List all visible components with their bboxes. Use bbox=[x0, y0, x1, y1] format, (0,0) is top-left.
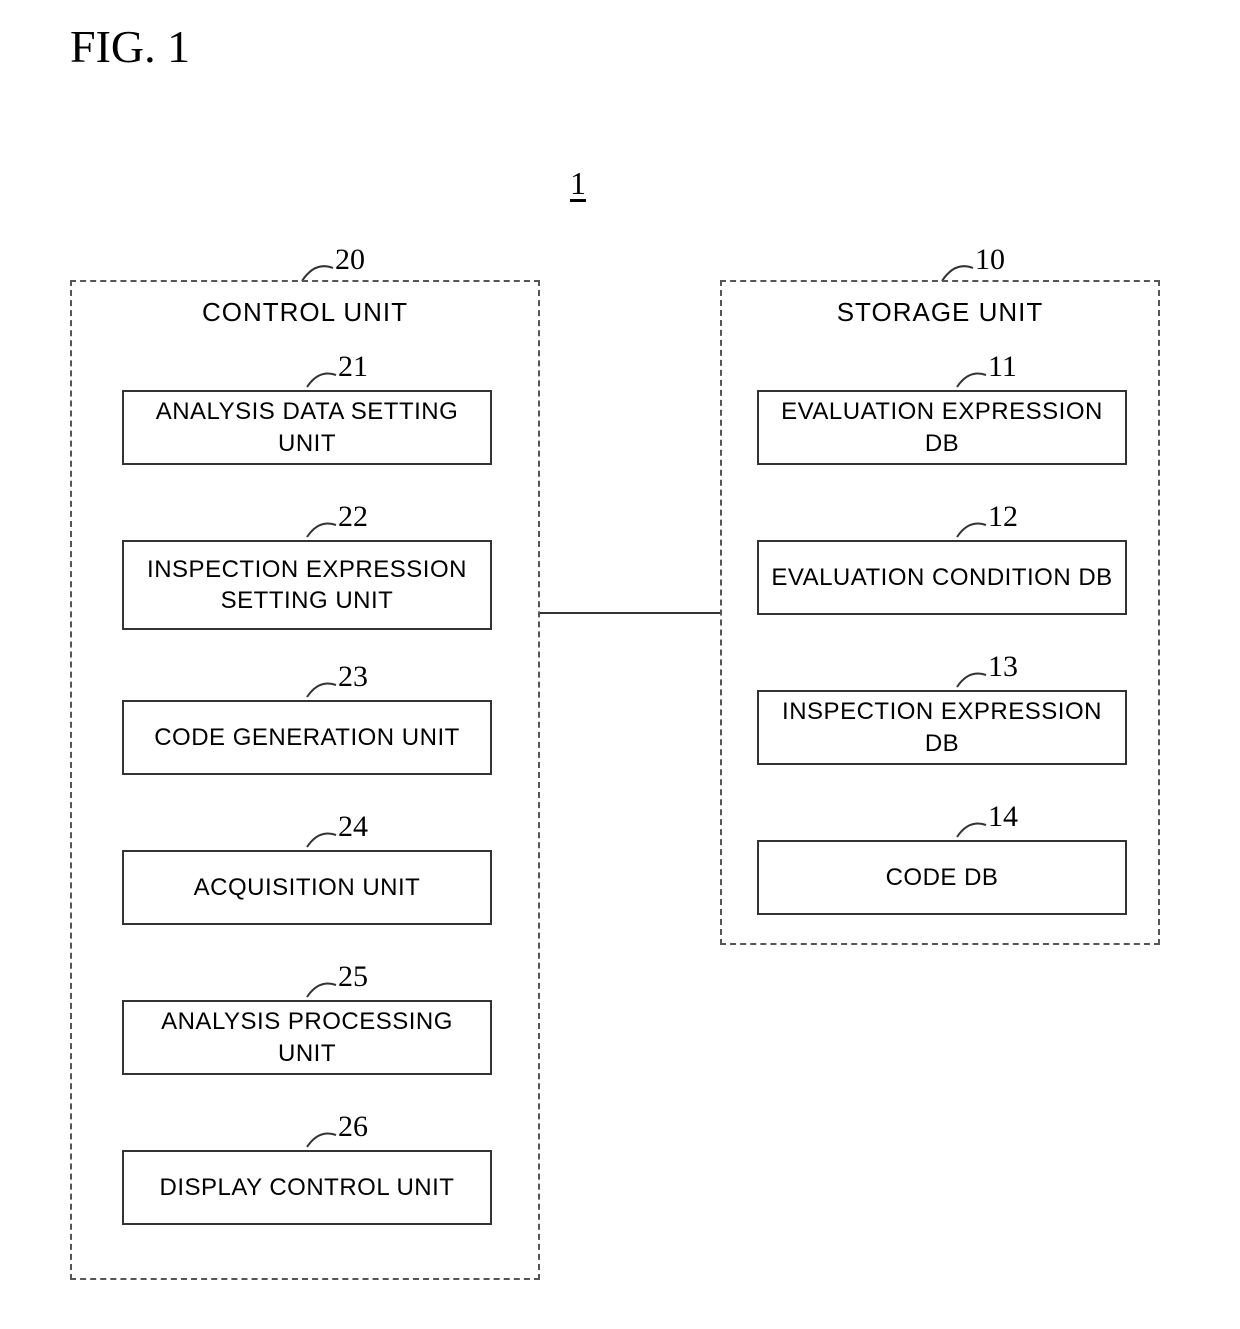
item-ref-22: 22 bbox=[338, 500, 368, 534]
leader-line-icon bbox=[955, 821, 988, 839]
leader-line-icon bbox=[305, 831, 338, 849]
control-unit-container: CONTROL UNIT ANALYSIS DATA SETTING UNIT … bbox=[70, 280, 540, 1280]
item-ref-13: 13 bbox=[988, 650, 1018, 684]
connector-line bbox=[540, 612, 720, 614]
code-db: CODE DB bbox=[757, 840, 1127, 915]
item-ref-24: 24 bbox=[338, 810, 368, 844]
item-ref-25: 25 bbox=[338, 960, 368, 994]
inspection-expression-db: INSPECTION EXPRESSION DB bbox=[757, 690, 1127, 765]
leader-line-icon bbox=[305, 1131, 338, 1149]
leader-line-icon bbox=[955, 371, 988, 389]
analysis-processing-unit: ANALYSIS PROCESSING UNIT bbox=[122, 1000, 492, 1075]
leader-line-icon bbox=[955, 521, 988, 539]
figure-title: FIG. 1 bbox=[70, 20, 190, 73]
item-ref-21: 21 bbox=[338, 350, 368, 384]
leader-line-icon bbox=[955, 671, 988, 689]
item-ref-26: 26 bbox=[338, 1110, 368, 1144]
analysis-data-setting-unit: ANALYSIS DATA SETTING UNIT bbox=[122, 390, 492, 465]
item-ref-14: 14 bbox=[988, 800, 1018, 834]
leader-line-icon bbox=[305, 681, 338, 699]
item-ref-23: 23 bbox=[338, 660, 368, 694]
display-control-unit: DISPLAY CONTROL UNIT bbox=[122, 1150, 492, 1225]
control-unit-title: CONTROL UNIT bbox=[72, 297, 538, 328]
item-ref-12: 12 bbox=[988, 500, 1018, 534]
control-unit-ref: 20 bbox=[335, 243, 365, 277]
acquisition-unit: ACQUISITION UNIT bbox=[122, 850, 492, 925]
leader-line-icon bbox=[305, 521, 338, 539]
storage-unit-title: STORAGE UNIT bbox=[722, 297, 1158, 328]
code-generation-unit: CODE GENERATION UNIT bbox=[122, 700, 492, 775]
system-reference-number: 1 bbox=[570, 165, 586, 202]
leader-line-icon bbox=[305, 371, 338, 389]
evaluation-expression-db: EVALUATION EXPRESSION DB bbox=[757, 390, 1127, 465]
storage-unit-ref: 10 bbox=[975, 243, 1005, 277]
inspection-expression-setting-unit: INSPECTION EXPRESSION SETTING UNIT bbox=[122, 540, 492, 630]
leader-line-icon bbox=[305, 981, 338, 999]
item-ref-11: 11 bbox=[988, 350, 1017, 384]
evaluation-condition-db: EVALUATION CONDITION DB bbox=[757, 540, 1127, 615]
storage-unit-container: STORAGE UNIT EVALUATION EXPRESSION DB EV… bbox=[720, 280, 1160, 945]
